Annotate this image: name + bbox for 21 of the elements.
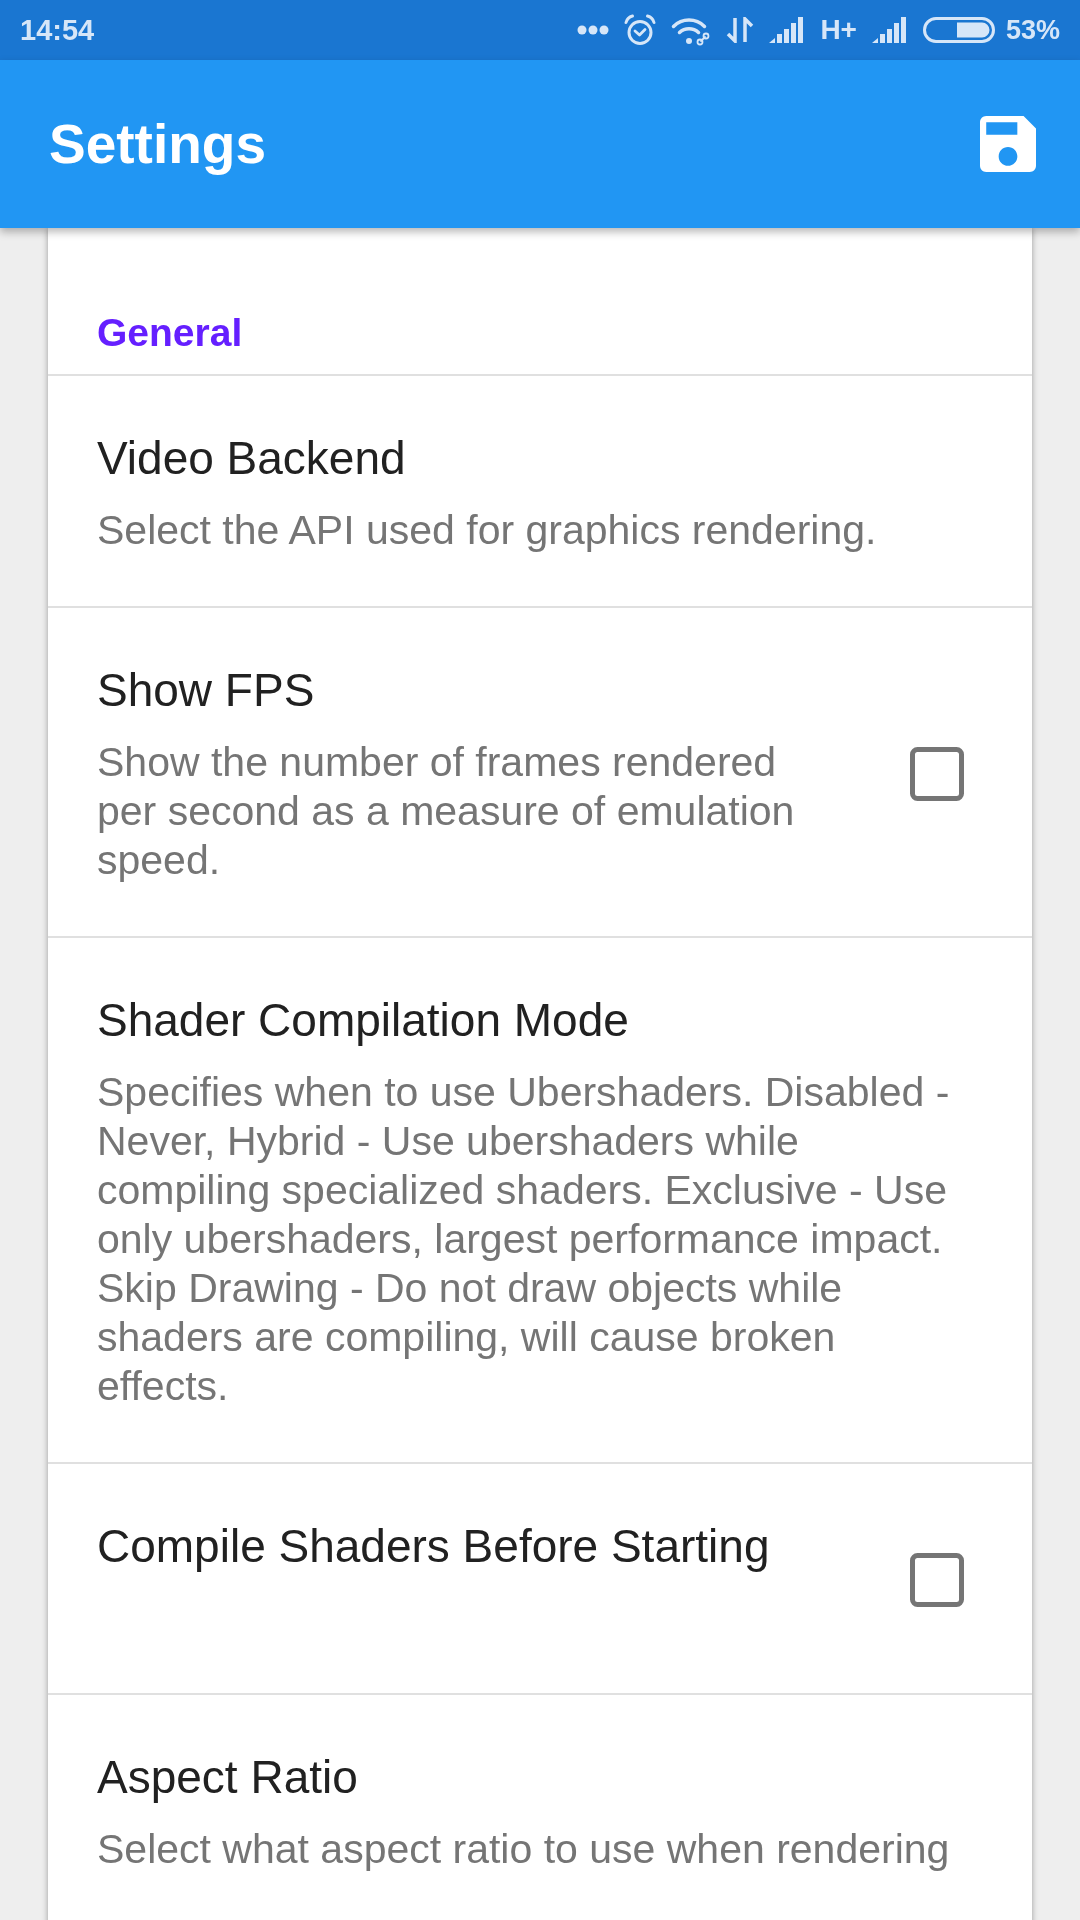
setting-description: Select the API used for graphics rendering. bbox=[97, 506, 877, 555]
signal-icon bbox=[871, 17, 908, 43]
more-dots-icon bbox=[577, 25, 610, 35]
alarm-clock-icon bbox=[624, 14, 657, 46]
setting-title[interactable]: Show FPS bbox=[97, 662, 315, 718]
setting-title[interactable]: Aspect Ratio bbox=[97, 1749, 358, 1805]
checkbox[interactable] bbox=[910, 1553, 964, 1607]
status-time: 14:54 bbox=[20, 13, 95, 47]
signal-icon bbox=[769, 17, 806, 43]
setting-description: Show the number of frames rendered per second as a measure of emulation speed. bbox=[97, 738, 796, 885]
setting-title[interactable]: Compile Shaders Before Starting bbox=[97, 1518, 770, 1574]
setting-title[interactable]: Shader Compilation Mode bbox=[97, 992, 629, 1048]
setting-description: Specifies when to use Ubershaders. Disabled - Never, Hybrid - Use ubershaders while compiling specialized shaders. Exclusive - Use only ubershaders, largest performance impact. Skip Drawing - Do not draw objects while shaders are compiling, will cause broken effects. bbox=[97, 1068, 951, 1411]
battery-icon bbox=[922, 17, 995, 43]
section-header: General bbox=[97, 311, 243, 354]
network-type: H+ bbox=[820, 14, 857, 46]
screen-title: Settings bbox=[49, 112, 266, 176]
setting-description: Select what aspect ratio to use when rendering bbox=[97, 1825, 950, 1874]
battery-percent: 53% bbox=[1005, 14, 1060, 46]
checkbox[interactable] bbox=[910, 746, 964, 801]
setting-title[interactable]: Video Backend bbox=[97, 430, 406, 486]
